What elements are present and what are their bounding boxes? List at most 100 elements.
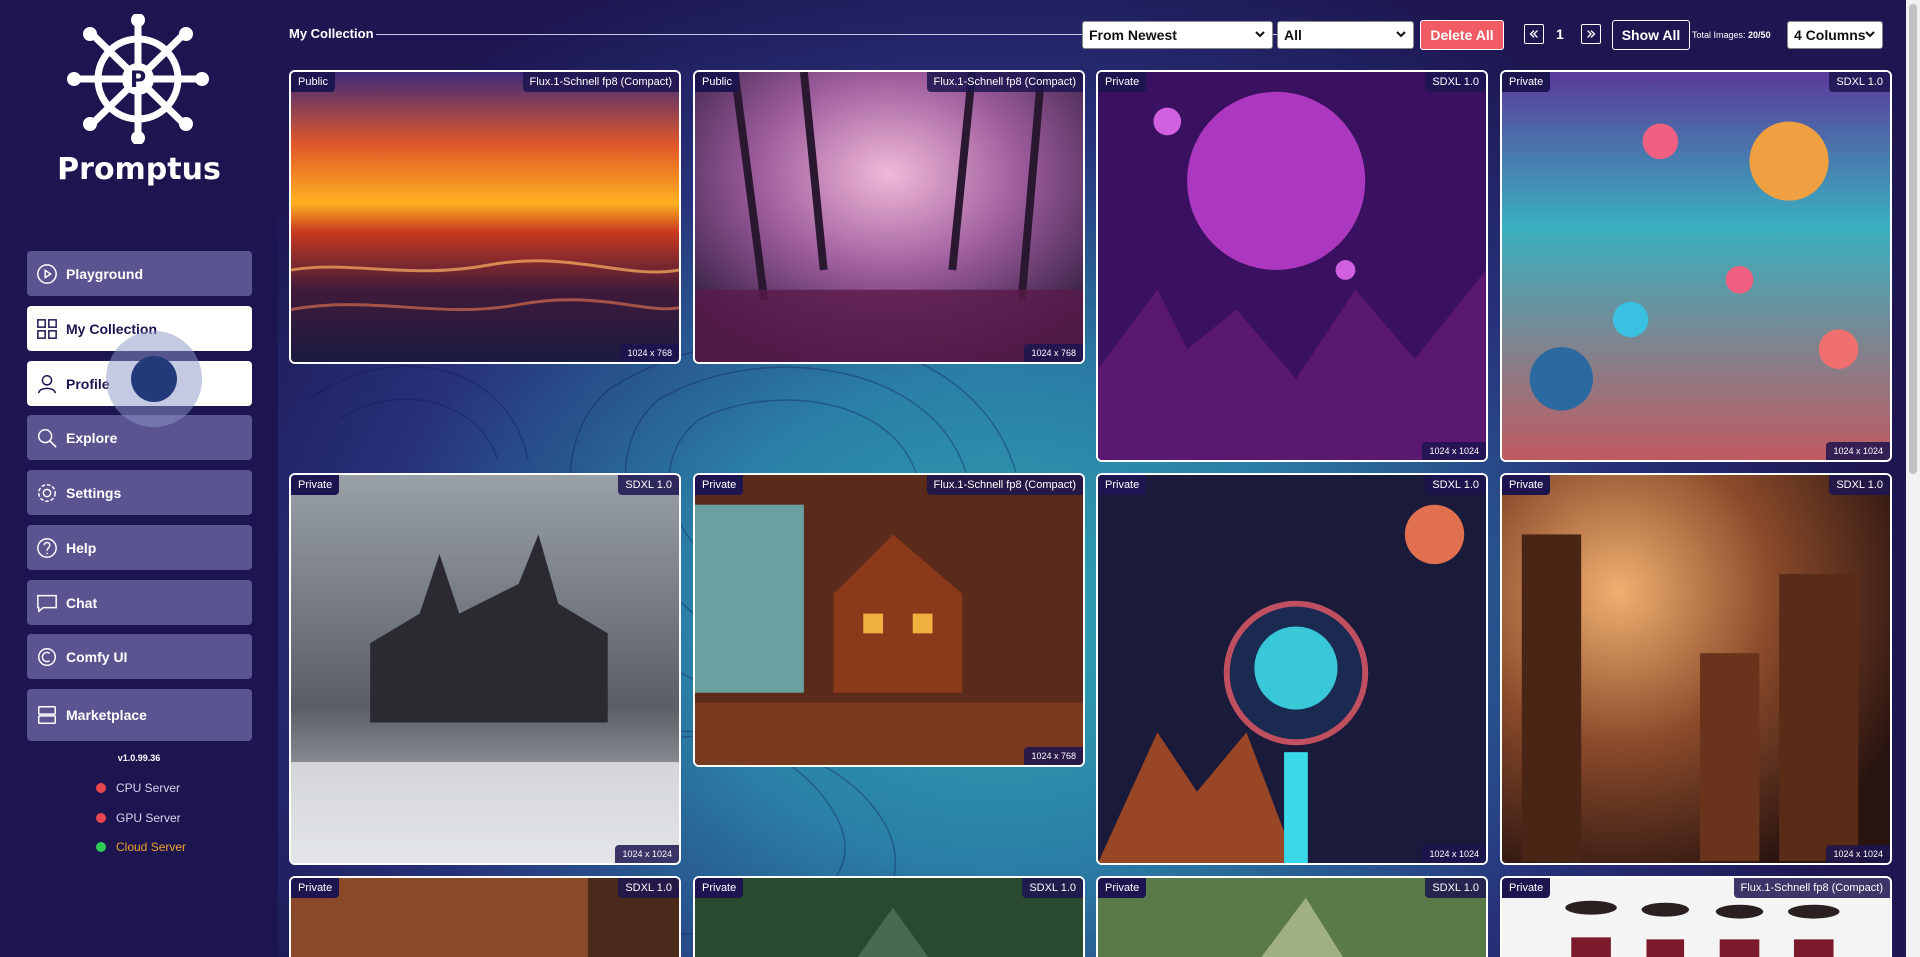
total-value: 20/50 xyxy=(1748,30,1771,40)
cursor-dot xyxy=(131,356,177,402)
nav-chat[interactable]: Chat xyxy=(27,580,252,625)
server-label: GPU Server xyxy=(116,811,181,825)
model-badge: SDXL 1.0 xyxy=(618,878,679,898)
visibility-badge: Private xyxy=(291,475,340,495)
page-title: My Collection xyxy=(289,26,374,41)
model-badge: SDXL 1.0 xyxy=(618,475,679,495)
nav-label: Settings xyxy=(66,484,122,501)
columns-select[interactable]: 4 Columns xyxy=(1787,21,1883,49)
cpu-server-status: CPU Server xyxy=(96,780,180,796)
nav-marketplace[interactable]: Marketplace xyxy=(27,689,252,741)
golden-city-image xyxy=(1502,475,1890,863)
orb-landscape-image xyxy=(1502,72,1890,460)
delete-all-button[interactable]: Delete All xyxy=(1420,20,1504,50)
dimensions-badge: 1024 x 1024 xyxy=(615,845,679,863)
status-dot-icon xyxy=(96,783,106,793)
image-card[interactable]: Private Flux.1-Schnell fp8 (Compact) xyxy=(1500,876,1892,957)
double-chevron-right-icon xyxy=(1587,30,1596,38)
nav-label: Help xyxy=(66,539,97,556)
cozy-house-image xyxy=(695,475,1083,765)
visibility-badge: Public xyxy=(291,72,335,92)
filter-select[interactable]: All xyxy=(1277,21,1414,49)
sort-select[interactable]: From Newest xyxy=(1082,21,1273,49)
play-circle-icon xyxy=(36,263,58,285)
comfy-icon xyxy=(36,646,58,668)
status-dot-icon xyxy=(96,813,106,823)
nav-label: Chat xyxy=(66,594,98,611)
image-card[interactable]: Private Flux.1-Schnell fp8 (Compact) 102… xyxy=(693,473,1085,767)
image-card[interactable]: Private SDXL 1.0 xyxy=(693,876,1085,957)
nav-label: Explore xyxy=(66,429,118,446)
nav-label: Marketplace xyxy=(66,707,147,723)
collection-toolbar: My Collection From Newest All Delete All… xyxy=(278,0,1920,60)
model-badge: SDXL 1.0 xyxy=(1022,878,1083,898)
dimensions-badge: 1024 x 768 xyxy=(1024,747,1083,765)
purple-planet-image xyxy=(1098,72,1486,460)
image-card[interactable]: Private SDXL 1.0 1024 x 1024 xyxy=(289,473,681,865)
nav-label: Profile xyxy=(66,375,110,392)
nav-comfy-ui[interactable]: Comfy UI xyxy=(27,634,252,679)
search-icon xyxy=(36,427,58,449)
prev-page-button[interactable] xyxy=(1524,24,1544,44)
image-card[interactable]: Private SDXL 1.0 1024 x 1024 xyxy=(1096,473,1488,865)
brand-name: Promptus xyxy=(57,152,221,187)
double-chevron-left-icon xyxy=(1529,30,1538,38)
visibility-badge: Private xyxy=(291,878,340,898)
visibility-badge: Private xyxy=(1502,72,1551,92)
filter-value: All xyxy=(1284,27,1302,43)
help-circle-icon xyxy=(36,537,58,559)
dimensions-badge: 1024 x 768 xyxy=(1024,344,1083,362)
chevron-down-icon xyxy=(1396,31,1406,38)
sort-value: From Newest xyxy=(1089,27,1177,43)
server-label: Cloud Server xyxy=(116,840,187,854)
svg-text:P: P xyxy=(130,68,146,93)
image-card[interactable]: Private SDXL 1.0 xyxy=(289,876,681,957)
dimensions-badge: 1024 x 1024 xyxy=(1826,442,1890,460)
scrollbar[interactable] xyxy=(1906,0,1920,957)
chevron-down-icon xyxy=(1865,31,1875,38)
image-card[interactable]: Private SDXL 1.0 1024 x 1024 xyxy=(1500,473,1892,865)
dimensions-badge: 1024 x 1024 xyxy=(1422,845,1486,863)
model-badge: SDXL 1.0 xyxy=(1829,72,1890,92)
image-card[interactable]: Public Flux.1-Schnell fp8 (Compact) 1024… xyxy=(693,70,1085,364)
grid-icon xyxy=(36,318,58,340)
image-card[interactable]: Private SDXL 1.0 xyxy=(1096,876,1488,957)
next-page-button[interactable] xyxy=(1581,24,1601,44)
total-label: Total Images: xyxy=(1692,30,1746,40)
visibility-badge: Private xyxy=(1098,72,1147,92)
visibility-badge: Private xyxy=(695,878,744,898)
model-badge: SDXL 1.0 xyxy=(1425,475,1486,495)
nav-label: Comfy UI xyxy=(66,648,128,665)
page-number: 1 xyxy=(1556,26,1564,42)
model-badge: SDXL 1.0 xyxy=(1425,72,1486,92)
image-card[interactable]: Private SDXL 1.0 1024 x 1024 xyxy=(1500,70,1892,462)
chat-icon xyxy=(36,592,58,614)
server-label: CPU Server xyxy=(116,781,181,795)
columns-value: 4 Columns xyxy=(1794,27,1866,43)
promptus-logo[interactable]: P xyxy=(64,13,212,145)
scrollbar-thumb[interactable] xyxy=(1909,4,1917,474)
gear-icon xyxy=(36,482,58,504)
show-all-button[interactable]: Show All xyxy=(1612,20,1690,50)
pink-forest-image xyxy=(695,72,1083,362)
visibility-badge: Public xyxy=(695,72,739,92)
dimensions-badge: 1024 x 1024 xyxy=(1826,845,1890,863)
image-card[interactable]: Private SDXL 1.0 1024 x 1024 xyxy=(1096,70,1488,462)
visibility-badge: Private xyxy=(1098,475,1147,495)
model-badge: Flux.1-Schnell fp8 (Compact) xyxy=(926,72,1083,92)
nav-playground[interactable]: Playground xyxy=(27,251,252,296)
visibility-badge: Private xyxy=(1502,878,1551,898)
visibility-badge: Private xyxy=(1502,475,1551,495)
model-badge: SDXL 1.0 xyxy=(1425,878,1486,898)
image-card[interactable]: Public Flux.1-Schnell fp8 (Compact) 1024… xyxy=(289,70,681,364)
haunted-mansion-image xyxy=(291,475,679,863)
collection-main: My Collection From Newest All Delete All… xyxy=(278,0,1920,957)
gpu-server-status: GPU Server xyxy=(96,810,181,826)
store-icon xyxy=(36,704,58,726)
visibility-badge: Private xyxy=(1098,878,1147,898)
total-images: Total Images: 20/50 xyxy=(1692,30,1771,40)
nav-settings[interactable]: Settings xyxy=(27,470,252,515)
chevron-down-icon xyxy=(1255,31,1265,38)
nav-help[interactable]: Help xyxy=(27,525,252,570)
dimensions-badge: 1024 x 1024 xyxy=(1422,442,1486,460)
